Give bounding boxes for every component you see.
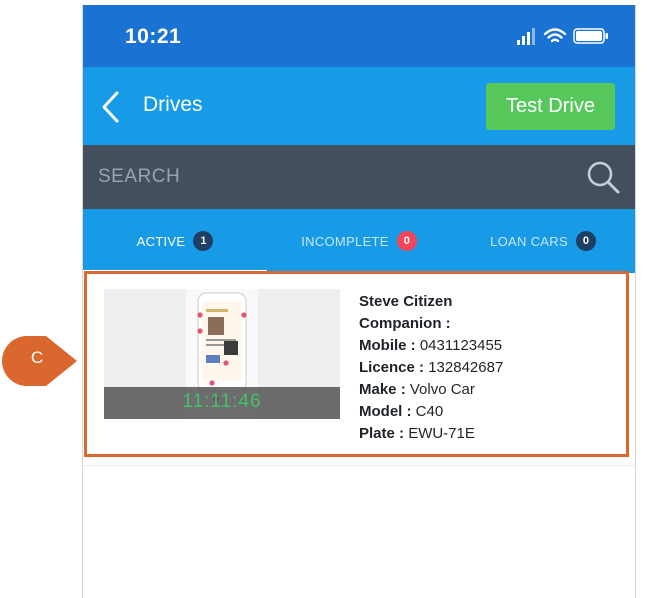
make-value: Volvo Car bbox=[409, 381, 475, 398]
callout-label: C bbox=[30, 348, 44, 367]
tab-loan-cars[interactable]: LOAN CARS 0 bbox=[451, 209, 635, 273]
wifi-icon bbox=[543, 28, 567, 43]
drive-details: Steve Citizen Companion : Mobile : 04311… bbox=[359, 291, 619, 445]
customer-name: Steve Citizen bbox=[359, 293, 453, 310]
companion-row: Companion : bbox=[359, 313, 619, 335]
licence-row: Licence : 132842687 bbox=[359, 357, 619, 379]
mobile-row: Mobile : 0431123455 bbox=[359, 335, 619, 357]
tab-active-label: ACTIVE bbox=[136, 233, 186, 249]
app-header: Drives Test Drive bbox=[83, 67, 635, 147]
screenshot-canvas: 10:21 Drives Test Drive SEARCH ACTIVE 1 … bbox=[0, 0, 647, 598]
page-title: Drives bbox=[143, 93, 203, 116]
thumbnail-time: 11:11:46 bbox=[182, 391, 262, 412]
licence-label: Licence : bbox=[359, 359, 425, 376]
drive-card[interactable]: 11:11:46 Steve Citizen Companion : Mobil… bbox=[84, 271, 629, 457]
tab-incomplete-count-badge: 0 bbox=[396, 231, 417, 251]
model-value: C40 bbox=[415, 403, 444, 420]
drive-tabs: ACTIVE 1 INCOMPLETE 0 LOAN CARS 0 bbox=[83, 209, 635, 273]
status-bar: 10:21 bbox=[83, 5, 635, 67]
search-bar bbox=[83, 145, 635, 209]
mobile-value: 0431123455 bbox=[419, 337, 503, 354]
plate-label: Plate : bbox=[359, 425, 405, 442]
plate-row: Plate : EWU-71E bbox=[359, 423, 619, 445]
back-chevron-icon[interactable] bbox=[99, 90, 123, 124]
battery-icon bbox=[573, 28, 608, 44]
list-divider bbox=[83, 465, 635, 466]
model-label: Model : bbox=[359, 403, 412, 420]
model-row: Model : C40 bbox=[359, 401, 619, 423]
status-time: 10:21 bbox=[125, 25, 182, 48]
licence-value: 132842687 bbox=[428, 359, 504, 376]
status-icons bbox=[517, 28, 608, 45]
customer-name-row: Steve Citizen bbox=[359, 291, 619, 313]
tab-active[interactable]: ACTIVE 1 bbox=[83, 209, 267, 273]
search-icon[interactable] bbox=[585, 159, 621, 195]
tab-incomplete[interactable]: INCOMPLETE 0 bbox=[267, 209, 451, 273]
licence-scan-thumbnail: 11:11:46 bbox=[104, 289, 340, 419]
signal-icon bbox=[517, 28, 535, 45]
tab-active-count-badge: 1 bbox=[193, 231, 214, 251]
test-drive-button[interactable]: Test Drive bbox=[486, 83, 615, 130]
tab-loan-cars-label: LOAN CARS bbox=[490, 233, 568, 249]
make-row: Make : Volvo Car bbox=[359, 379, 619, 401]
companion-label: Companion : bbox=[359, 315, 451, 332]
tab-incomplete-label: INCOMPLETE bbox=[301, 233, 389, 249]
tab-loan-cars-count-badge: 0 bbox=[575, 231, 596, 251]
make-label: Make : bbox=[359, 381, 406, 398]
mobile-label: Mobile : bbox=[359, 337, 416, 354]
plate-value: EWU-71E bbox=[408, 425, 475, 442]
search-input[interactable] bbox=[83, 145, 563, 209]
